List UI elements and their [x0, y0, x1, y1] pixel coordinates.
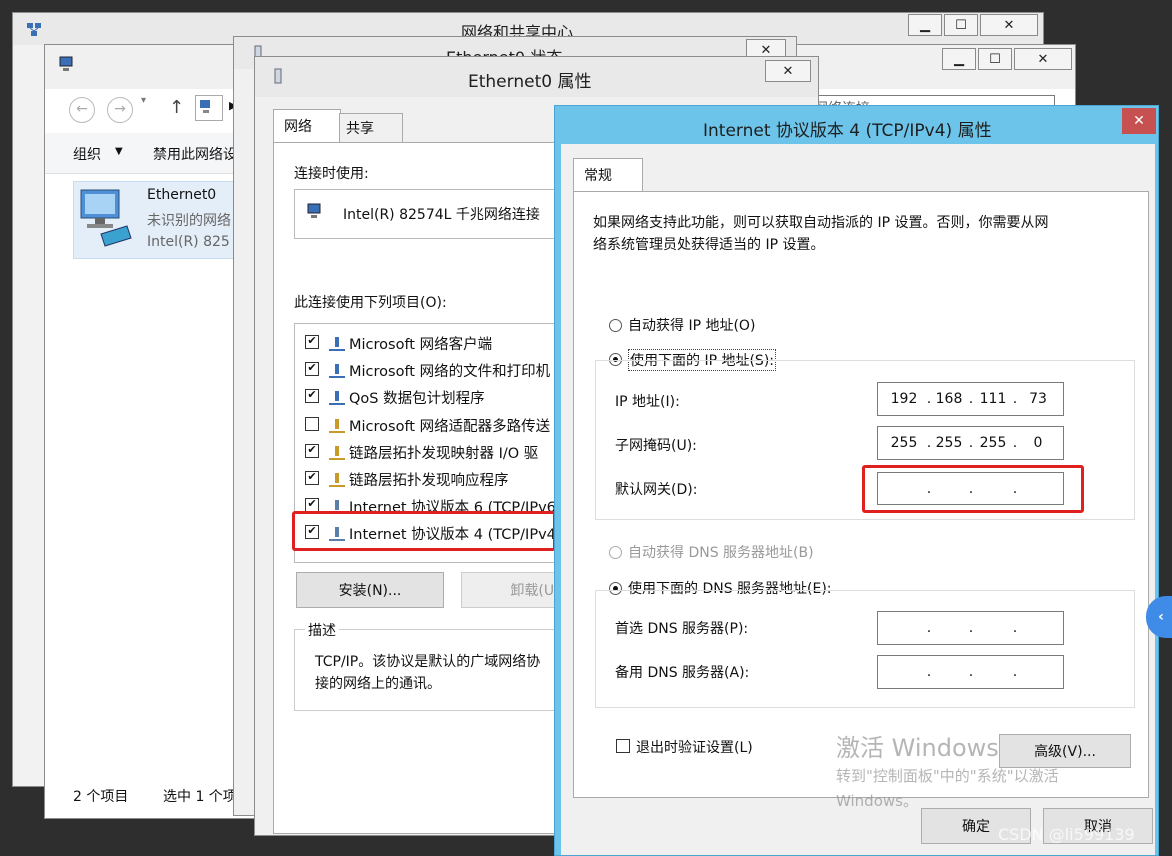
auto-dns-radio[interactable] [609, 546, 622, 559]
protocol-checkbox[interactable]: ✔ [305, 471, 319, 485]
ipv4-item-highlight [292, 511, 556, 551]
auto-ip-radio[interactable] [609, 319, 622, 332]
protocol-label: 链路层拓扑发现映射器 I/O 驱 [349, 445, 539, 462]
network-adapter-icon [80, 189, 132, 247]
description-text-2: 接的网络上的通讯。 [315, 676, 441, 692]
network-connections-icon [59, 56, 73, 71]
protocol-checkbox[interactable] [305, 416, 319, 431]
gateway-highlight [862, 465, 1084, 513]
validate-label[interactable]: 退出时验证设置(L) [636, 737, 753, 757]
protocol-checkbox[interactable]: ✔ [305, 335, 319, 349]
minimize-button[interactable]: ▁ [942, 48, 976, 70]
protocol-icon [329, 362, 345, 379]
tab-network[interactable]: 网络 [273, 109, 341, 144]
description-text: TCP/IP。该协议是默认的广域网络协 [315, 654, 541, 670]
activation-watermark-line2: 转到"控制面板"中的"系统"以激活 [836, 767, 1059, 785]
protocol-icon [329, 444, 345, 460]
protocol-checkbox[interactable]: ✔ [305, 443, 319, 458]
up-arrow-icon[interactable]: ↑ [169, 97, 184, 118]
protocol-icon [329, 389, 345, 406]
dialog-title: Internet 协议版本 4 (TCP/IPv4) 属性 [703, 121, 992, 141]
protocol-checkbox[interactable]: ✔ [305, 362, 319, 377]
activation-watermark: 激活 Windows [836, 734, 999, 762]
protocol-label: Microsoft 网络的文件和打印机 [349, 364, 551, 381]
protocol-icon [329, 335, 345, 351]
protocol-checkbox[interactable]: ✔ [305, 389, 319, 404]
validate-checkbox[interactable] [616, 739, 630, 753]
default-gateway-label: 默认网关(D): [615, 482, 698, 498]
dns-settings-group [595, 590, 1135, 708]
tab-general[interactable]: 常规 [573, 158, 643, 193]
alternate-dns-input[interactable]: ... [877, 655, 1064, 689]
preferred-dns-input[interactable]: ... [877, 611, 1064, 645]
activation-watermark-line3: Windows。 [836, 792, 918, 810]
network-icon [27, 23, 41, 36]
description-label: 描述 [305, 620, 339, 640]
connect-using-label: 连接时使用: [294, 166, 369, 182]
adapter-icon [274, 68, 282, 84]
forward-button[interactable]: → [107, 97, 133, 123]
auto-ip-label[interactable]: 自动获得 IP 地址(O) [628, 315, 755, 335]
chevron-down-icon[interactable]: ▼ [115, 146, 123, 157]
intro-text-2: 络系统管理员处获得适当的 IP 设置。 [593, 237, 825, 253]
recent-dropdown-icon[interactable]: ▾ [141, 95, 146, 106]
protocol-icon [329, 417, 345, 433]
minimize-button[interactable]: ▁ [908, 14, 942, 36]
alternate-dns-label: 备用 DNS 服务器(A): [615, 665, 750, 681]
maximize-button[interactable]: ☐ [944, 14, 978, 36]
subnet-mask-input[interactable]: 255. 255. 255. 0 [877, 426, 1064, 460]
protocol-label: Microsoft 网络适配器多路传送 [349, 418, 551, 435]
close-button[interactable]: ✕ [1122, 108, 1156, 134]
adapter-name: Intel(R) 82574L 千兆网络连接 [343, 207, 540, 223]
tab-sharing[interactable]: 共享 [339, 113, 403, 142]
protocol-label: 链路层拓扑发现响应程序 [349, 473, 509, 489]
preferred-dns-label: 首选 DNS 服务器(P): [615, 621, 749, 637]
window-title: Ethernet0 属性 [468, 72, 592, 92]
address-bar-icon[interactable] [195, 95, 223, 121]
organize-menu[interactable]: 组织 [73, 144, 101, 164]
intro-text: 如果网络支持此功能，则可以获取自动指派的 IP 设置。否则，你需要从网 [593, 215, 1049, 231]
item-count: 2 个项目 [73, 789, 129, 805]
adapter-name: Ethernet0 [147, 187, 217, 203]
network-card-icon [307, 203, 321, 218]
advanced-button[interactable]: 高级(V)... [999, 734, 1131, 768]
close-button[interactable]: ✕ [980, 14, 1038, 36]
maximize-button[interactable]: ☐ [978, 48, 1012, 70]
close-button[interactable]: ✕ [1014, 48, 1072, 70]
back-button[interactable]: ← [69, 97, 95, 123]
adapter-device: Intel(R) 825 [147, 234, 230, 250]
ip-address-input[interactable]: 192. 168. 111. 73 [877, 382, 1064, 416]
close-button[interactable]: ✕ [765, 60, 811, 82]
items-label: 此连接使用下列项目(O): [294, 295, 447, 311]
subnet-mask-label: 子网掩码(U): [615, 438, 697, 454]
adapter-status: 未识别的网络 [147, 213, 231, 229]
disable-device-button[interactable]: 禁用此网络设 [153, 144, 237, 164]
protocol-label: Microsoft 网络客户端 [349, 337, 493, 353]
protocol-label: QoS 数据包计划程序 [349, 391, 485, 408]
protocol-icon [329, 471, 345, 487]
csdn-credit: CSDN @li599139 [998, 825, 1135, 844]
install-button[interactable]: 安装(N)... [296, 572, 444, 608]
ip-address-label: IP 地址(I): [615, 394, 680, 410]
auto-dns-label[interactable]: 自动获得 DNS 服务器地址(B) [628, 542, 814, 562]
